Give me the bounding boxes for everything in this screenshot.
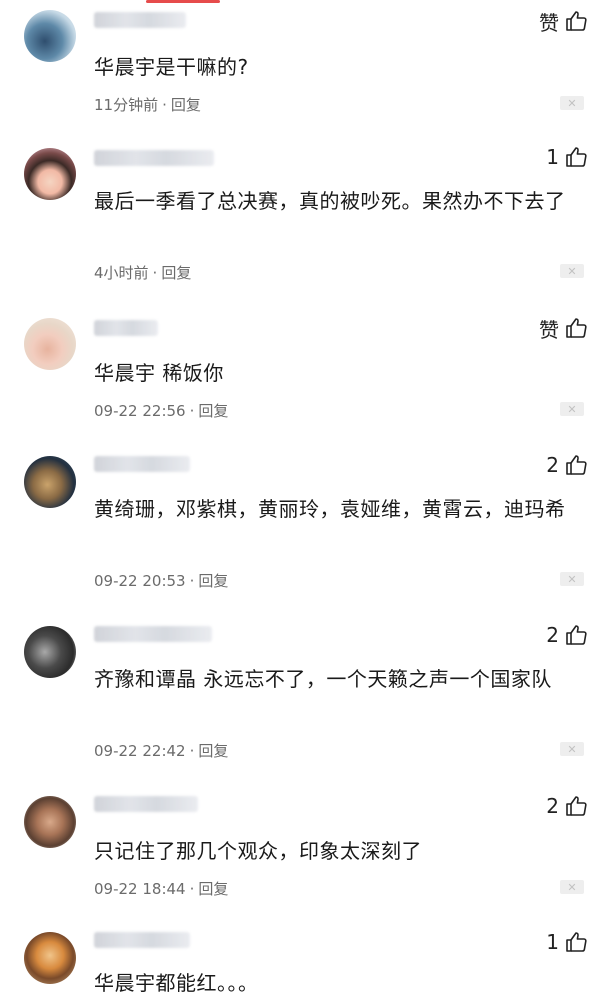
dismiss-icon[interactable]: ✕: [560, 572, 584, 586]
thumbs-up-icon: [566, 796, 587, 816]
like-button[interactable]: 赞: [539, 6, 588, 36]
comment-meta: 09-22 22:42 · 回复: [94, 740, 228, 761]
comment-time: 09-22 20:53: [94, 572, 186, 590]
username-blurred[interactable]: [94, 12, 186, 28]
like-count: 1: [546, 930, 559, 954]
like-button[interactable]: 2: [546, 620, 588, 650]
comment-time: 09-22 18:44: [94, 880, 186, 898]
thumbs-up-icon: [566, 11, 587, 31]
comment-time: 09-22 22:56: [94, 402, 186, 420]
avatar[interactable]: [24, 318, 76, 370]
thumbs-up-icon: [566, 318, 587, 338]
like-count: 赞: [539, 10, 559, 35]
like-button[interactable]: 赞: [539, 313, 588, 343]
dismiss-icon[interactable]: ✕: [560, 96, 584, 110]
comment-text: 齐豫和谭晶 永远忘不了，一个天籁之声一个国家队: [94, 667, 552, 691]
avatar[interactable]: [24, 10, 76, 62]
meta-separator: ·: [162, 96, 167, 114]
meta-separator: ·: [152, 264, 158, 282]
comment-time: 4小时前: [94, 264, 149, 282]
reply-link[interactable]: 回复: [161, 264, 191, 282]
like-count: 2: [546, 623, 559, 647]
like-button[interactable]: 1: [546, 927, 588, 957]
like-button[interactable]: 1: [546, 142, 588, 172]
like-count: 1: [546, 145, 559, 169]
active-tab-underline: [146, 0, 220, 3]
reply-link[interactable]: 回复: [171, 96, 201, 114]
username-blurred[interactable]: [94, 456, 190, 472]
username-blurred[interactable]: [94, 626, 212, 642]
like-count: 赞: [539, 317, 559, 342]
reply-link[interactable]: 回复: [198, 880, 228, 898]
meta-separator: ·: [189, 742, 195, 760]
top-indicator: [0, 0, 614, 6]
avatar[interactable]: [24, 456, 76, 508]
like-count: 2: [546, 453, 559, 477]
username-blurred[interactable]: [94, 320, 158, 336]
reply-link[interactable]: 回复: [198, 742, 228, 760]
like-button[interactable]: 2: [546, 791, 588, 821]
meta-separator: ·: [189, 572, 195, 590]
comment-meta: 11分钟前 · 回复: [94, 94, 201, 115]
dismiss-icon[interactable]: ✕: [560, 880, 584, 894]
like-count: 2: [546, 794, 559, 818]
comment-meta: 09-22 20:53 · 回复: [94, 570, 228, 591]
comment-time: 09-22 22:42: [94, 742, 186, 760]
reply-link[interactable]: 回复: [198, 402, 228, 420]
username-blurred[interactable]: [94, 796, 198, 812]
thumbs-up-icon: [566, 625, 587, 645]
dismiss-icon[interactable]: ✕: [560, 742, 584, 756]
meta-separator: ·: [189, 880, 195, 898]
comment-text: 华晨宇都能红。。。: [94, 971, 259, 995]
comment-meta: 09-22 22:56 · 回复: [94, 400, 228, 421]
avatar[interactable]: [24, 148, 76, 200]
avatar[interactable]: [24, 626, 76, 678]
comment-meta: 09-22 18:44 · 回复: [94, 878, 228, 899]
thumbs-up-icon: [566, 455, 587, 475]
avatar[interactable]: [24, 932, 76, 984]
username-blurred[interactable]: [94, 150, 214, 166]
avatar[interactable]: [24, 796, 76, 848]
comment-text: 最后一季看了总决赛，真的被吵死。果然办不下去了: [94, 189, 566, 213]
comment-text: 黄绮珊，邓紫棋，黄丽玲，袁娅维，黄霄云，迪玛希: [94, 497, 566, 521]
dismiss-icon[interactable]: ✕: [560, 402, 584, 416]
username-blurred[interactable]: [94, 932, 190, 948]
meta-separator: ·: [189, 402, 195, 420]
comment-text: 华晨宇是干嘛的?: [94, 55, 249, 79]
comment-meta: 4小时前 · 回复: [94, 262, 191, 283]
comment-time: 11分钟前: [94, 96, 159, 114]
like-button[interactable]: 2: [546, 450, 588, 480]
reply-link[interactable]: 回复: [198, 572, 228, 590]
thumbs-up-icon: [566, 147, 587, 167]
dismiss-icon[interactable]: ✕: [560, 264, 584, 278]
comment-text: 只记住了那几个观众，印象太深刻了: [94, 839, 422, 863]
thumbs-up-icon: [566, 932, 587, 952]
comment-text: 华晨宇 稀饭你: [94, 361, 224, 385]
